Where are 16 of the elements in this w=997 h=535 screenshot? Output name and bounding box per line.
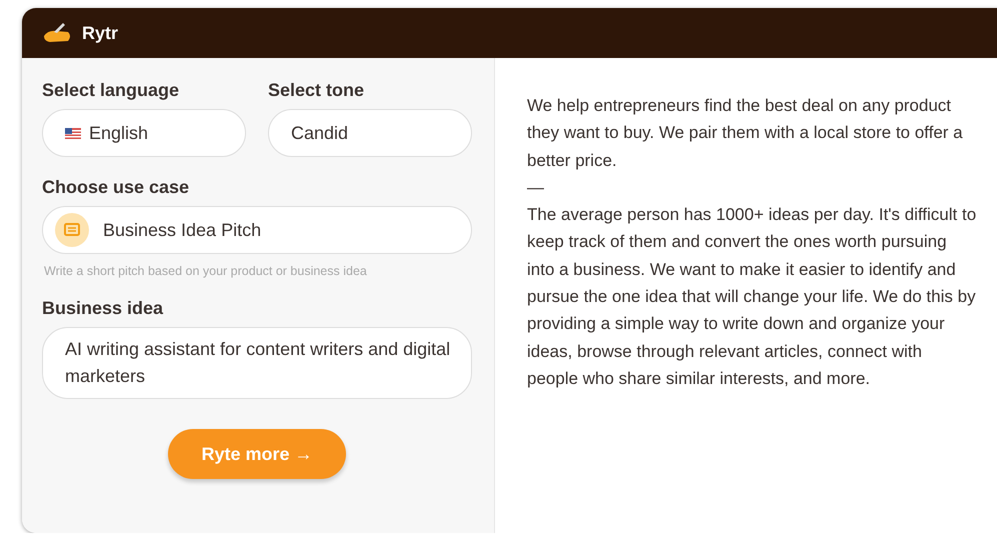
output-text: —	[527, 176, 545, 199]
field-label: Business idea	[42, 298, 164, 319]
field-label: Select tone	[268, 80, 366, 101]
helper-text: Write a short pitch based on your product or business idea	[44, 264, 368, 278]
field-label: Select language	[42, 80, 180, 101]
business-idea-field[interactable]: AI writing assistant for content writers and digital marketers	[42, 327, 472, 399]
message-icon	[55, 213, 89, 247]
language-select[interactable]: English	[42, 109, 246, 157]
tone-select[interactable]: Candid	[268, 109, 472, 157]
use-case-select[interactable]: Business Idea Pitch	[42, 206, 472, 254]
output-text: The average person has 1000+ ideas per day. It's difficult to keep track of them and convert the ones worth pursuing into a business. We want to make it easier to identify and pursue the one idea that will change your life. We do this by providing a simple way to write down and organize your ideas, browse through relevant articles, connect with people who share similar interests, and more.	[527, 204, 977, 390]
output-text: We help entrepreneurs find the best deal on any product they want to buy. We pair them with a local store to offer a better price.	[527, 95, 964, 172]
app-name: Rytr	[82, 22, 118, 44]
flag-icon	[65, 128, 81, 138]
hand-pen-icon	[42, 22, 72, 44]
field-label: Choose use case	[42, 177, 190, 198]
